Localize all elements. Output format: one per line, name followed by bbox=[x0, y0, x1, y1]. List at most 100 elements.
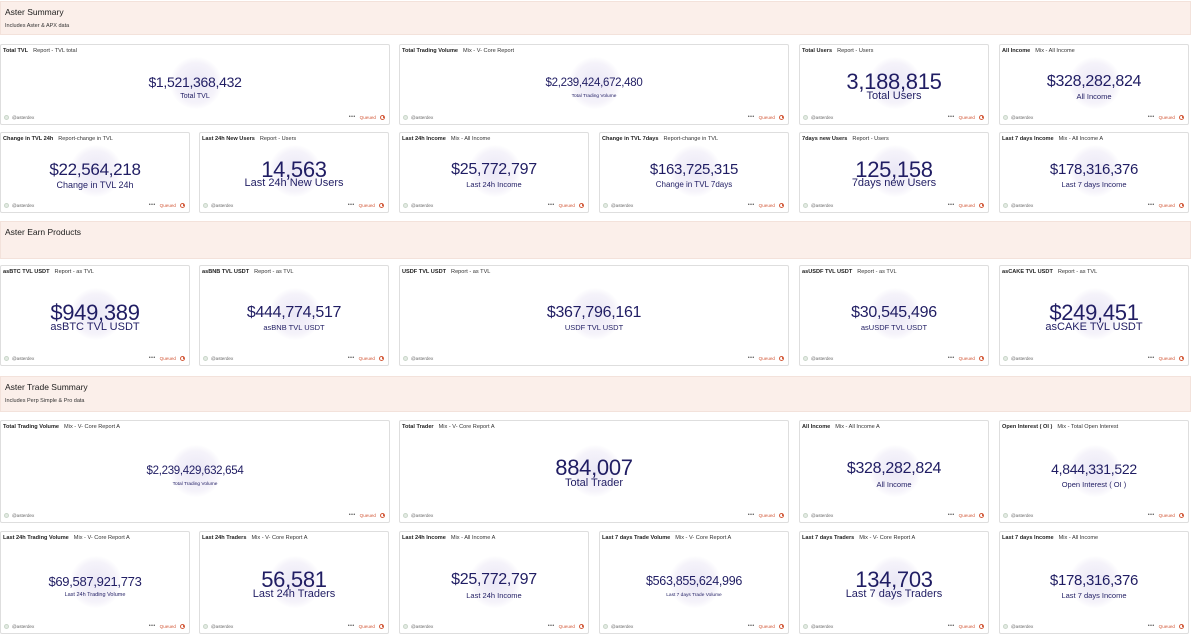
card-title: Last 7 days Income bbox=[1002, 535, 1054, 541]
card-title: Last 7 days Traders bbox=[802, 535, 855, 541]
more-options-icon[interactable]: ••• bbox=[149, 202, 156, 208]
clock-icon bbox=[779, 202, 784, 208]
source-handle: @asterdex bbox=[12, 203, 35, 208]
metric-card[interactable]: Last 24h Traders Mix - V- Core Report A 56… bbox=[199, 531, 389, 634]
metric-label: Last 7 days Income bbox=[1061, 591, 1127, 600]
card-header: Last 24h Income Mix - All Income A bbox=[402, 535, 495, 541]
more-options-icon[interactable]: ••• bbox=[748, 202, 755, 208]
metric-card[interactable]: Total Users Report - Users 3,188,815 Total … bbox=[799, 44, 989, 125]
card-footer-source: @asterdex bbox=[4, 115, 34, 120]
more-options-icon[interactable]: ••• bbox=[1148, 355, 1155, 361]
card-footer-status: ••• Queued bbox=[748, 202, 784, 208]
queued-status: Queued bbox=[558, 623, 575, 629]
metric-card[interactable]: Last 24h Income Mix - All Income $25,772,7… bbox=[399, 132, 589, 213]
metric-card[interactable]: Total Trading Volume Mix - V- Core Report… bbox=[0, 420, 390, 523]
more-options-icon[interactable]: ••• bbox=[348, 355, 355, 361]
more-options-icon[interactable]: ••• bbox=[748, 623, 755, 629]
card-title: USDF TVL USDT bbox=[402, 269, 447, 275]
metric-card[interactable]: Last 24h New Users Report - Users 14,563 La… bbox=[199, 132, 389, 213]
metric-card[interactable]: 7days new Users Report - Users 125,158 7day… bbox=[799, 132, 989, 213]
metric-value: $2,239,429,632,654 bbox=[146, 465, 244, 477]
metric-card[interactable]: Change in TVL 7days Report-change in TVL $… bbox=[599, 132, 789, 213]
source-handle: @asterdex bbox=[12, 513, 35, 518]
card-header: Total Trading Volume Mix - V- Core Report bbox=[402, 48, 514, 54]
metric-card[interactable]: All Income Mix - All Income $328,282,824 Al… bbox=[999, 44, 1189, 125]
metric-card[interactable]: Last 7 days Traders Mix - V- Core Report … bbox=[799, 531, 989, 634]
queued-status: Queued bbox=[758, 512, 775, 518]
card-footer-source: @asterdex bbox=[203, 203, 233, 208]
metric-card[interactable]: All Income Mix - All Income A $328,282,824… bbox=[799, 420, 989, 523]
metric-card[interactable]: Change in TVL 24h Report-change in TVL $22… bbox=[0, 132, 190, 213]
card-header: Total Trading Volume Mix - V- Core Report… bbox=[3, 424, 120, 430]
card-footer-status: ••• Queued bbox=[748, 355, 784, 361]
metric-label: Last 24h Income bbox=[466, 180, 522, 189]
more-options-icon[interactable]: ••• bbox=[1148, 202, 1155, 208]
metric-label: Last 7 days Income bbox=[1061, 180, 1127, 189]
section-title: Aster Earn Products bbox=[5, 227, 82, 237]
clock-icon bbox=[180, 355, 185, 361]
avatar-icon bbox=[4, 115, 9, 120]
card-footer-source: @asterdex bbox=[603, 203, 633, 208]
metric-card[interactable]: Total Trader Mix - V- Core Report A 884,00… bbox=[399, 420, 789, 523]
card-source-report: Mix - All Income A bbox=[450, 535, 496, 541]
metric-card[interactable]: Last 7 days Income Mix - All Income A $178… bbox=[999, 132, 1189, 213]
card-title: Last 24h Traders bbox=[202, 535, 247, 541]
metric-card[interactable]: asCAKE TVL USDT Report - as TVL $249,451 as… bbox=[999, 265, 1189, 366]
metric-value: $367,796,161 bbox=[546, 304, 642, 321]
more-options-icon[interactable]: ••• bbox=[149, 623, 156, 629]
card-title: Total Trading Volume bbox=[402, 48, 459, 54]
queued-status: Queued bbox=[1158, 114, 1175, 120]
more-options-icon[interactable]: ••• bbox=[1148, 512, 1155, 518]
metric-card[interactable]: asUSDF TVL USDT Report - as TVL $30,545,49… bbox=[799, 265, 989, 366]
more-options-icon[interactable]: ••• bbox=[548, 623, 555, 629]
more-options-icon[interactable]: ••• bbox=[1148, 623, 1155, 629]
card-title: Last 24h Income bbox=[402, 535, 446, 541]
more-options-icon[interactable]: ••• bbox=[948, 114, 955, 120]
metric-card[interactable]: asBNB TVL USDT Report - as TVL $444,774,51… bbox=[199, 265, 389, 366]
more-options-icon[interactable]: ••• bbox=[748, 355, 755, 361]
metric-card[interactable]: asBTC TVL USDT Report - as TVL $949,389 asB… bbox=[0, 265, 190, 366]
source-handle: @asterdex bbox=[811, 513, 834, 518]
metric-value: $563,855,624,996 bbox=[646, 574, 742, 588]
card-source-report: Mix - All Income A bbox=[835, 424, 880, 430]
card-footer-source: @asterdex bbox=[403, 203, 433, 208]
more-options-icon[interactable]: ••• bbox=[548, 202, 555, 208]
metric-card[interactable]: USDF TVL USDT Report - as TVL $367,796,161… bbox=[399, 265, 789, 366]
clock-icon bbox=[779, 355, 784, 361]
avatar-icon bbox=[803, 115, 808, 120]
more-options-icon[interactable]: ••• bbox=[349, 512, 356, 518]
metric-card[interactable]: Total Trading Volume Mix - V- Core Report… bbox=[399, 44, 789, 125]
more-options-icon[interactable]: ••• bbox=[748, 114, 755, 120]
card-footer-source: @asterdex bbox=[1003, 115, 1033, 120]
more-options-icon[interactable]: ••• bbox=[149, 355, 156, 361]
card-source-report: Mix - All Income bbox=[1058, 535, 1099, 541]
metric-card[interactable]: Last 24h Income Mix - All Income A $25,772… bbox=[399, 531, 589, 634]
more-options-icon[interactable]: ••• bbox=[348, 202, 355, 208]
more-options-icon[interactable]: ••• bbox=[948, 355, 955, 361]
more-options-icon[interactable]: ••• bbox=[1148, 114, 1155, 120]
metric-card[interactable]: Last 24h Trading Volume Mix - V- Core Rep… bbox=[0, 531, 190, 634]
more-options-icon[interactable]: ••• bbox=[349, 114, 356, 120]
avatar-icon bbox=[803, 624, 808, 629]
more-options-icon[interactable]: ••• bbox=[348, 623, 355, 629]
metric-card[interactable]: Last 7 days Income Mix - All Income $178,3… bbox=[999, 531, 1189, 634]
queued-status: Queued bbox=[758, 623, 775, 629]
avatar-icon bbox=[603, 624, 608, 629]
card-footer-status: ••• Queued bbox=[948, 623, 984, 629]
metric-card[interactable]: Open Interest ( OI ) Mix - Total Open Int… bbox=[999, 420, 1189, 523]
source-handle: @asterdex bbox=[411, 356, 434, 361]
metric-card[interactable]: Last 7 days Trade Volume Mix - V- Core Re… bbox=[599, 531, 789, 634]
card-source-report: Mix - V- Core Report A bbox=[675, 535, 732, 541]
card-footer-status: ••• Queued bbox=[948, 355, 984, 361]
card-header: Last 24h Income Mix - All Income bbox=[402, 136, 490, 142]
more-options-icon[interactable]: ••• bbox=[948, 512, 955, 518]
more-options-icon[interactable]: ••• bbox=[948, 202, 955, 208]
metric-label: Last 7 days Trade Volume bbox=[666, 593, 722, 598]
card-footer-status: ••• Queued bbox=[948, 202, 984, 208]
card-footer-source: @asterdex bbox=[4, 356, 34, 361]
metric-card[interactable]: Total TVL Report - TVL total $1,521,368,43… bbox=[0, 44, 390, 125]
more-options-icon[interactable]: ••• bbox=[948, 623, 955, 629]
card-footer-status: ••• Queued bbox=[748, 623, 784, 629]
more-options-icon[interactable]: ••• bbox=[748, 512, 755, 518]
source-handle: @asterdex bbox=[611, 624, 634, 629]
